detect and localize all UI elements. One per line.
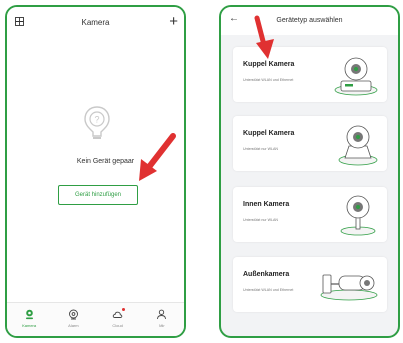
add-icon[interactable]: + — [169, 14, 178, 29]
tab-camera[interactable]: Kamera — [7, 303, 51, 336]
bottom-tab-bar: Kamera Alarm Cloud Mir — [7, 302, 184, 336]
tab-label: Mir — [159, 323, 165, 328]
question-device-icon: ? — [84, 106, 110, 139]
alarm-tab-icon — [68, 309, 78, 320]
device-type-screen: ← Gerätetyp auswählen Kuppel Kamera Unte… — [219, 5, 400, 338]
card-title: Kuppel Kamera — [243, 130, 295, 137]
notification-badge — [121, 308, 125, 311]
outdoor-bullet-camera-icon — [320, 274, 378, 301]
card-subtitle: Unterstützt nur WLAN — [243, 147, 278, 151]
device-type-header: ← Gerätetyp auswählen — [221, 7, 398, 35]
page-title: Kamera — [81, 18, 110, 27]
dome-camera-icon — [338, 125, 378, 166]
home-header: Kamera + — [7, 7, 184, 37]
device-card-outdoor[interactable]: Außenkamera Unterstützt WLAN und Etherne… — [233, 257, 387, 312]
dome-camera-icon — [334, 57, 378, 96]
card-title: Außenkamera — [243, 271, 290, 278]
device-card-indoor[interactable]: Innen Kamera Unterstützt nur WLAN — [233, 187, 387, 242]
card-subtitle: Unterstützt WLAN und Ethernet — [243, 288, 294, 292]
user-tab-icon — [157, 309, 167, 320]
tab-cloud[interactable]: Cloud — [96, 303, 140, 336]
camera-tab-icon — [25, 309, 33, 320]
tab-label: Kamera — [22, 323, 37, 328]
svg-text:?: ? — [94, 115, 99, 125]
tab-label: Cloud — [112, 323, 123, 328]
card-subtitle: Unterstützt nur WLAN — [243, 218, 278, 222]
tab-alarm[interactable]: Alarm — [51, 303, 95, 336]
red-arrow-indicator — [139, 133, 176, 181]
page-title: Gerätetyp auswählen — [276, 17, 343, 24]
home-screen: Kamera + ? Kein Gerät gepaar Gerät hinzu… — [5, 5, 186, 338]
card-subtitle: Unterstützt WLAN und Ethernet — [243, 78, 294, 82]
tab-me[interactable]: Mir — [140, 303, 184, 336]
indoor-camera-icon — [340, 195, 376, 236]
device-card-dome-wlan[interactable]: Kuppel Kamera Unterstützt nur WLAN — [233, 116, 387, 171]
cloud-tab-icon — [112, 311, 123, 318]
add-device-button[interactable]: Gerät hinzufügen — [58, 185, 138, 205]
red-arrow-indicator — [254, 15, 274, 59]
card-title: Kuppel Kamera — [243, 61, 295, 68]
card-title: Innen Kamera — [243, 201, 290, 208]
screenshot-stage: Kamera + ? Kein Gerät gepaar Gerät hinzu… — [0, 0, 403, 343]
tab-label: Alarm — [68, 323, 79, 328]
